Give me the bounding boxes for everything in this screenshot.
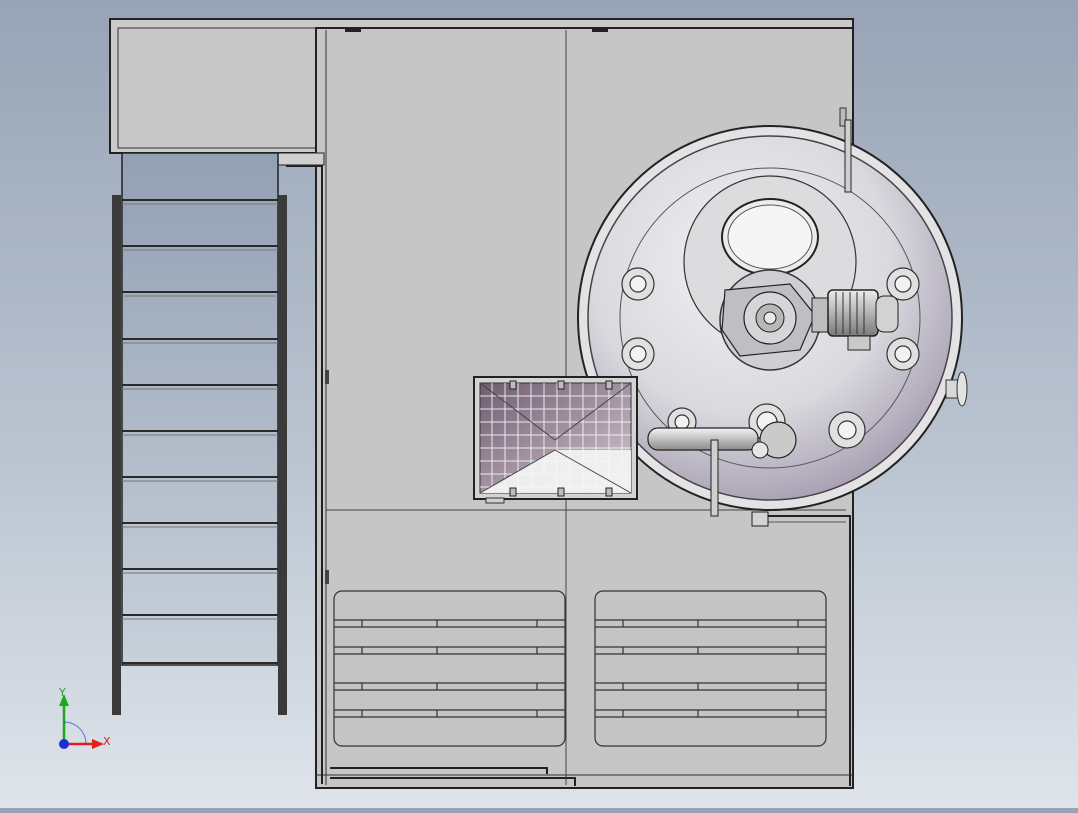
coordinate-triad	[59, 694, 104, 749]
staircase	[112, 152, 287, 715]
floor-pallet-right	[594, 590, 827, 747]
x-axis-label: X	[103, 735, 111, 748]
floor-pallet-left	[333, 590, 566, 747]
feed-hopper[interactable]	[473, 376, 638, 504]
model-drawing[interactable]	[0, 0, 1078, 808]
y-axis-label: Y	[59, 686, 66, 699]
cad-viewport[interactable]: Y X	[0, 0, 1078, 808]
